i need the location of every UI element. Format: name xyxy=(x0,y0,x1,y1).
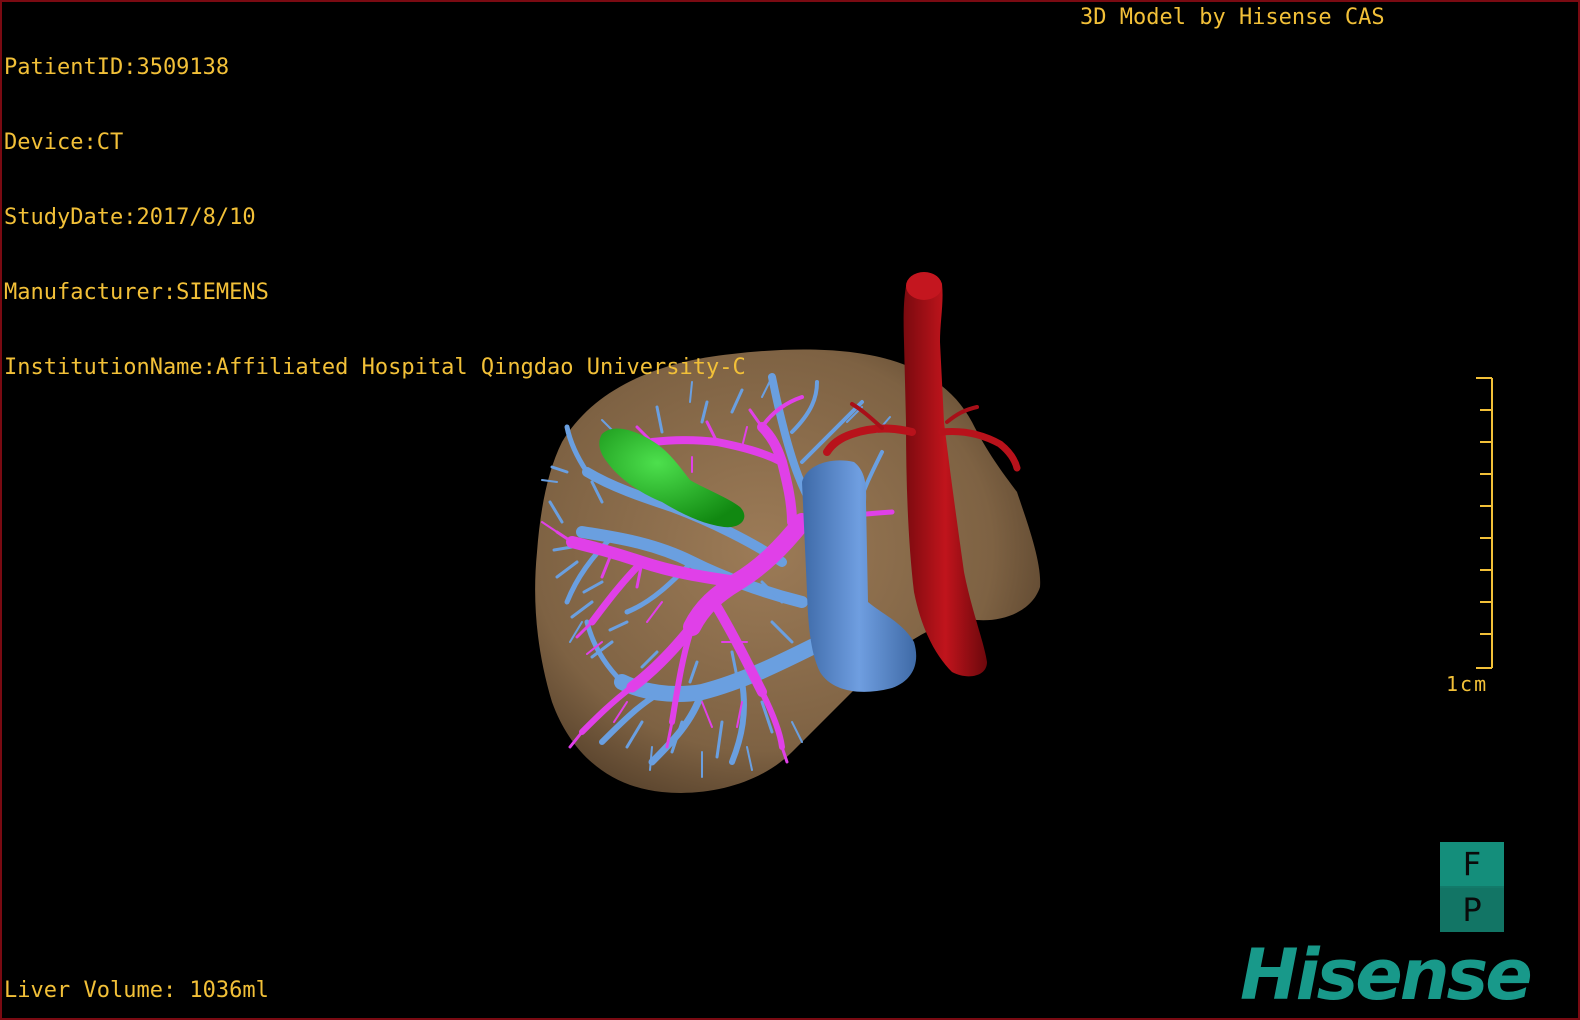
study-date-text: StudyDate:2017/8/10 xyxy=(4,205,256,230)
scale-bar-label: 1cm xyxy=(1446,672,1489,696)
manufacturer-text: Manufacturer:SIEMENS xyxy=(4,280,269,305)
3d-viewport[interactable]: PatientID:3509138 Device:CT StudyDate:20… xyxy=(0,0,1580,1020)
patient-info-overlay: PatientID:3509138 Device:CT StudyDate:20… xyxy=(4,5,746,430)
liver-volume-text: Liver Volume: 1036ml xyxy=(4,978,269,1003)
model-credit-text: 3D Model by Hisense CAS xyxy=(1080,5,1385,30)
device-text: Device:CT xyxy=(4,130,124,155)
patient-id-text: PatientID:3509138 xyxy=(4,55,230,80)
hisense-logo: Hisense xyxy=(1240,934,1533,1016)
orientation-face-posterior[interactable]: P xyxy=(1440,888,1504,932)
orientation-face-front[interactable]: F xyxy=(1440,842,1504,886)
institution-text: InstitutionName:Affiliated Hospital Qing… xyxy=(4,355,746,380)
scale-bar xyxy=(1476,377,1493,669)
orientation-cube[interactable]: F P xyxy=(1440,842,1504,932)
